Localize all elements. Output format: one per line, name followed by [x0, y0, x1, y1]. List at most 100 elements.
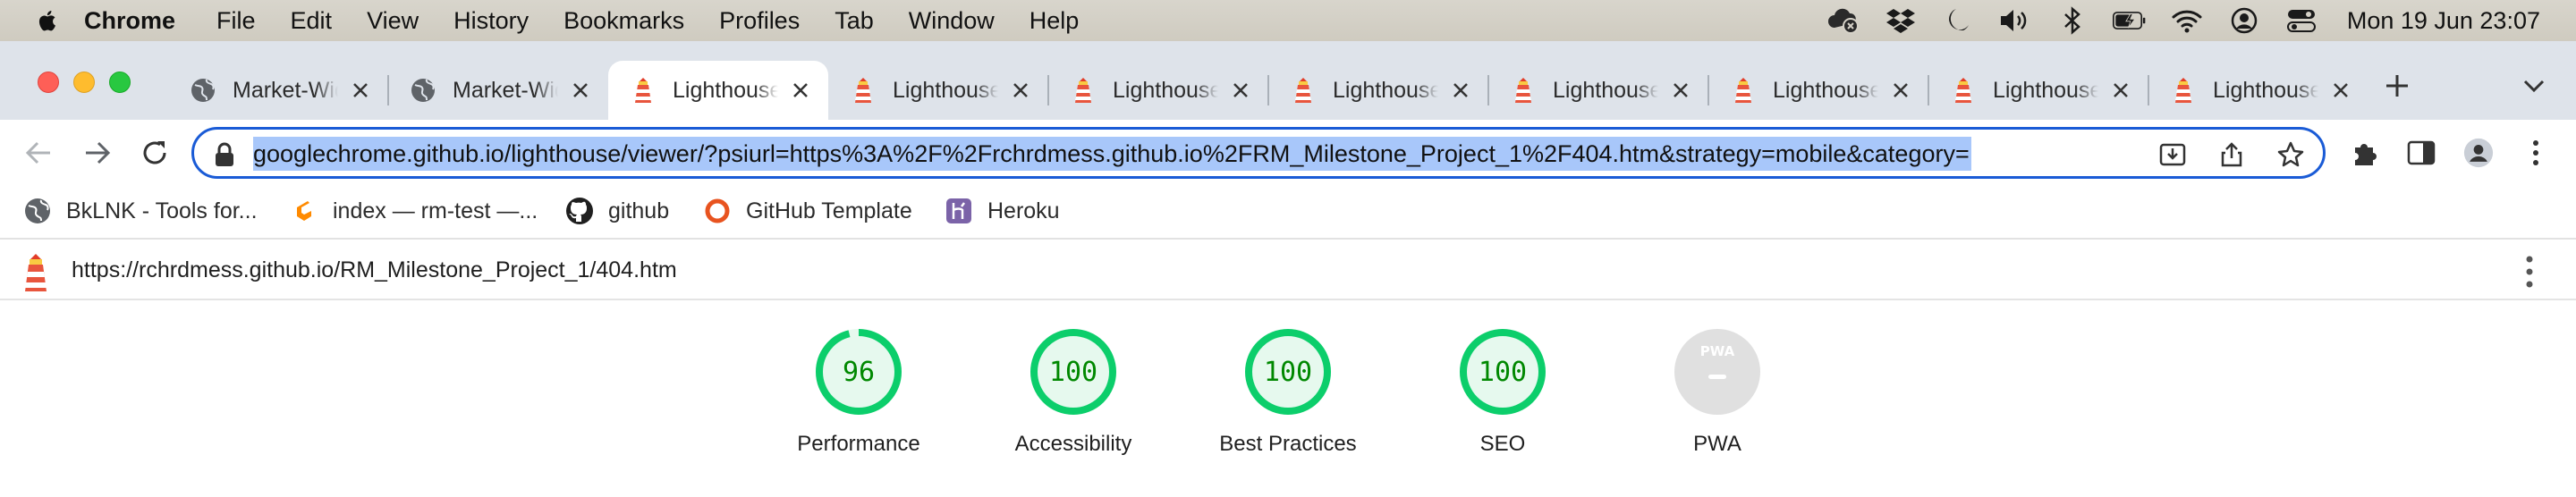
pwa-badge-dash: [1708, 375, 1726, 379]
score-gauge-best-practices[interactable]: 100 Best Practices: [1181, 327, 1395, 497]
macos-menu-bar: Chrome File Edit View History Bookmarks …: [0, 0, 2576, 41]
close-tab-icon[interactable]: [1011, 80, 1030, 100]
menu-edit[interactable]: Edit: [291, 7, 333, 35]
tab[interactable]: Market-Wide: [388, 61, 608, 120]
volume-icon[interactable]: [1998, 5, 2032, 36]
github-icon: [566, 198, 593, 224]
tab[interactable]: Lighthouse: [1708, 61, 1928, 120]
menu-profiles[interactable]: Profiles: [719, 7, 800, 35]
address-bar[interactable]: googlechrome.github.io/lighthouse/viewer…: [191, 127, 2326, 179]
tab[interactable]: Lighthouse: [1928, 61, 2148, 120]
tab-title: Lighthouse: [1333, 77, 1438, 103]
menu-help[interactable]: Help: [1030, 7, 1080, 35]
report-url[interactable]: https://rchrdmess.github.io/RM_Milestone…: [72, 257, 677, 283]
menu-file[interactable]: File: [216, 7, 256, 35]
lighthouse-icon: [635, 78, 651, 103]
bluetooth-icon[interactable]: [2055, 5, 2089, 36]
bookmark-github-template[interactable]: GitHub Template: [703, 195, 912, 227]
tab-title: Lighthouse: [2213, 77, 2318, 103]
tab[interactable]: Lighthouse: [1268, 61, 1488, 120]
side-panel-icon[interactable]: [2406, 138, 2436, 168]
bookmark-star-icon[interactable]: [2276, 140, 2305, 169]
score-gauge-ring: 100: [1245, 329, 1331, 415]
extensions-puzzle-icon[interactable]: [2349, 138, 2379, 168]
tab[interactable]: Market-Wide: [168, 61, 388, 120]
menubar-clock[interactable]: Mon 19 Jun 23:07: [2347, 7, 2540, 35]
close-tab-icon[interactable]: [1451, 80, 1470, 100]
tab-active[interactable]: Lighthouse: [608, 61, 828, 120]
report-menu-icon[interactable]: [2519, 254, 2540, 290]
bookmark-label: GitHub Template: [746, 198, 912, 223]
score-label: Accessibility: [1014, 432, 1132, 456]
close-tab-icon[interactable]: [2111, 80, 2131, 100]
menu-view[interactable]: View: [367, 7, 419, 35]
window-close-button[interactable]: [38, 72, 59, 93]
bookmark-github[interactable]: github: [565, 195, 669, 227]
control-center-icon[interactable]: [2284, 5, 2318, 36]
window-minimize-button[interactable]: [73, 72, 95, 93]
battery-icon[interactable]: [2112, 5, 2147, 36]
score-gauge-pwa[interactable]: PWA PWA: [1610, 327, 1825, 497]
score-value: 100: [1049, 357, 1097, 388]
install-app-icon[interactable]: [2158, 140, 2187, 169]
new-tab-icon[interactable]: [2383, 72, 2411, 100]
tab-title: Market-Wide: [233, 77, 338, 103]
menu-window[interactable]: Window: [909, 7, 995, 35]
menu-history[interactable]: History: [453, 7, 529, 35]
close-tab-icon[interactable]: [571, 80, 590, 100]
bookmark-index-rm-test[interactable]: index — rm-test —...: [290, 195, 538, 227]
menu-app-chrome[interactable]: Chrome: [84, 7, 175, 35]
bookmark-bklnk[interactable]: BkLNK - Tools for...: [23, 195, 258, 227]
menu-tab[interactable]: Tab: [835, 7, 874, 35]
close-tab-icon[interactable]: [1231, 80, 1250, 100]
heroku-icon: [946, 198, 971, 223]
user-icon[interactable]: [2227, 5, 2261, 36]
share-icon[interactable]: [2217, 140, 2246, 169]
gitpod-icon: [297, 201, 311, 221]
tab[interactable]: Lighthouse: [828, 61, 1048, 120]
score-gauge-ring: 96: [816, 329, 902, 415]
reload-icon[interactable]: [140, 138, 170, 168]
lighthouse-icon: [855, 78, 871, 103]
close-tab-icon[interactable]: [791, 80, 810, 100]
score-gauge-performance[interactable]: 96 Performance: [751, 327, 966, 497]
window-zoom-button[interactable]: [109, 72, 131, 93]
profile-avatar-icon[interactable]: [2463, 138, 2494, 168]
score-label: Best Practices: [1219, 432, 1357, 456]
tab[interactable]: Lighthouse: [1048, 61, 1268, 120]
close-tab-icon[interactable]: [1671, 80, 1690, 100]
score-gauge-ring: 100: [1030, 329, 1116, 415]
close-tab-icon[interactable]: [1891, 80, 1911, 100]
forward-arrow-icon[interactable]: [82, 138, 113, 168]
lock-icon[interactable]: [214, 142, 235, 167]
apple-icon[interactable]: [36, 9, 57, 32]
tab[interactable]: Lighthouse: [2148, 61, 2368, 120]
tab[interactable]: Lighthouse: [1488, 61, 1708, 120]
score-label: Performance: [797, 432, 920, 456]
dropbox-icon[interactable]: [1884, 5, 1918, 36]
tab-title: Lighthouse: [893, 77, 998, 103]
back-arrow-icon[interactable]: [23, 138, 54, 168]
lighthouse-icon: [25, 254, 47, 291]
ring-icon: [705, 198, 730, 223]
tab-strip: Market-Wide Market-Wide Lighthouse Lighthou…: [0, 41, 2576, 120]
moon-icon[interactable]: [1941, 5, 1975, 36]
address-url-text[interactable]: googlechrome.github.io/lighthouse/viewer…: [253, 137, 1971, 171]
bookmark-label: index — rm-test —...: [333, 198, 538, 223]
tab-title: Lighthouse: [1553, 77, 1658, 103]
lighthouse-topbar: https://rchrdmess.github.io/RM_Milestone…: [0, 241, 2576, 300]
lighthouse-icon: [1735, 78, 1751, 103]
score-gauge-accessibility[interactable]: 100 Accessibility: [966, 327, 1181, 497]
lighthouse-icon: [1955, 78, 1971, 103]
close-tab-icon[interactable]: [351, 80, 370, 100]
score-value: 96: [843, 357, 875, 388]
bookmark-heroku[interactable]: Heroku: [945, 195, 1060, 227]
score-gauge-seo[interactable]: 100 SEO: [1395, 327, 1610, 497]
menu-bookmarks[interactable]: Bookmarks: [564, 7, 684, 35]
icloud-icon[interactable]: [1826, 5, 1860, 36]
bookmark-label: Heroku: [987, 198, 1060, 223]
chrome-menu-icon[interactable]: [2521, 138, 2551, 168]
wifi-icon[interactable]: [2170, 5, 2204, 36]
close-tab-icon[interactable]: [2331, 80, 2351, 100]
tab-search-chevron-icon[interactable]: [2522, 77, 2546, 95]
